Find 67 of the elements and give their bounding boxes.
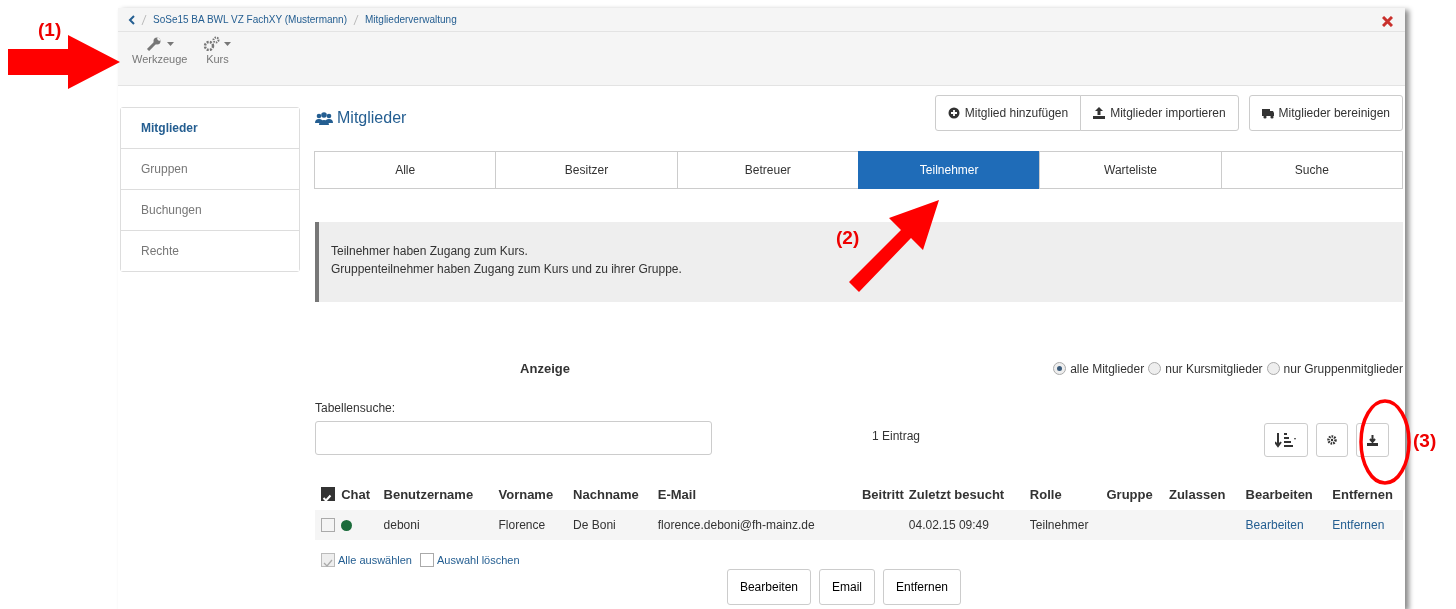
radio-option[interactable]: nur Gruppenmitglieder (1266, 359, 1403, 378)
column-header: Bearbeiten (1245, 486, 1313, 502)
tab[interactable]: Warteliste (1039, 151, 1222, 189)
breadcrumb-link[interactable]: Mitgliederverwaltung (365, 12, 457, 27)
table-cell: Florence (498, 518, 546, 532)
filter-label: Anzeige (520, 361, 570, 376)
tab[interactable]: Betreuer (676, 151, 859, 189)
column-header: Benutzername (383, 486, 474, 502)
wrench-icon (145, 36, 163, 51)
action-button[interactable]: Mitglied hinzufügen (934, 95, 1082, 131)
action-button[interactable]: Email (819, 568, 875, 605)
tab[interactable]: Teilnehmer (858, 151, 1041, 189)
column-header: Rolle (1029, 486, 1062, 502)
users-icon (315, 111, 333, 125)
toolbar-button[interactable]: Werkzeuge (124, 36, 196, 85)
column-header: Chat (341, 486, 371, 502)
settings-icon (1327, 435, 1337, 446)
table-cell: florence.deboni@fh-mainz.de (657, 518, 815, 532)
row-checkbox[interactable] (321, 518, 335, 532)
sidebar-item[interactable]: Mitglieder (121, 108, 299, 149)
caret-icon (224, 41, 232, 46)
column-header: Zulassen (1169, 486, 1226, 502)
info-text: Gruppenteilnehmer haben Zugang zum Kurs und zu ihrer Gruppe. (331, 261, 683, 278)
select-all-checkbox[interactable] (321, 486, 335, 501)
action-button[interactable]: Mitglieder importieren (1080, 95, 1239, 131)
table-cell: De Boni (573, 518, 616, 532)
sort-icon (1275, 432, 1297, 449)
page-title: Mitglieder (337, 108, 407, 128)
radio-option[interactable]: alle Mitglieder (1053, 359, 1145, 378)
column-header: Beitritt (861, 486, 904, 502)
table-cell: 04.02.15 09:49 (908, 518, 989, 532)
toolbar-button[interactable]: Kurs (195, 36, 240, 85)
settings-button[interactable] (1316, 422, 1348, 457)
truck-icon (1261, 107, 1274, 119)
upload-icon (1093, 107, 1106, 119)
action-button[interactable]: Entfernen (883, 568, 962, 605)
action-button[interactable]: Bearbeiten (726, 568, 811, 605)
action-button[interactable]: Mitglieder bereinigen (1248, 95, 1403, 131)
back-icon (128, 14, 135, 25)
column-header: Nachname (573, 486, 639, 502)
table-cell: Teilnehmer (1029, 518, 1089, 532)
column-header: Vorname (498, 486, 554, 502)
sort-button[interactable] (1264, 422, 1308, 457)
radio-option[interactable]: nur Kursmitglieder (1148, 359, 1263, 378)
column-header: Entfernen (1332, 486, 1393, 502)
search-field[interactable] (315, 420, 712, 455)
plus-circle-icon (947, 107, 960, 119)
entry-count: 1 Eintrag (872, 428, 921, 443)
annotation-label: (1) (38, 18, 62, 42)
tab[interactable]: Besitzer (495, 151, 678, 189)
caret-icon (166, 41, 174, 46)
tab[interactable]: Suche (1220, 151, 1403, 189)
table-cell: deboni (383, 518, 420, 532)
column-header: E-Mail (657, 486, 697, 502)
annotation-label: (2) (836, 226, 860, 250)
search-label: Tabellensuche: (315, 399, 397, 417)
close-icon[interactable] (1382, 16, 1393, 27)
selection-link[interactable]: Auswahl löschen (420, 552, 520, 569)
column-header: Gruppe (1106, 486, 1153, 502)
tab[interactable]: Alle (314, 151, 497, 189)
column-header: Zuletzt besucht (908, 486, 1005, 502)
breadcrumb-link[interactable]: SoSe15 BA BWL VZ FachXY (Mustermann) (153, 12, 347, 27)
download-icon (1367, 434, 1378, 446)
info-text: Teilnehmer haben Zugang zum Kurs. (331, 243, 529, 260)
check-icon (322, 493, 332, 504)
gears-icon (203, 36, 221, 51)
annotation-label: (3) (1413, 429, 1437, 453)
